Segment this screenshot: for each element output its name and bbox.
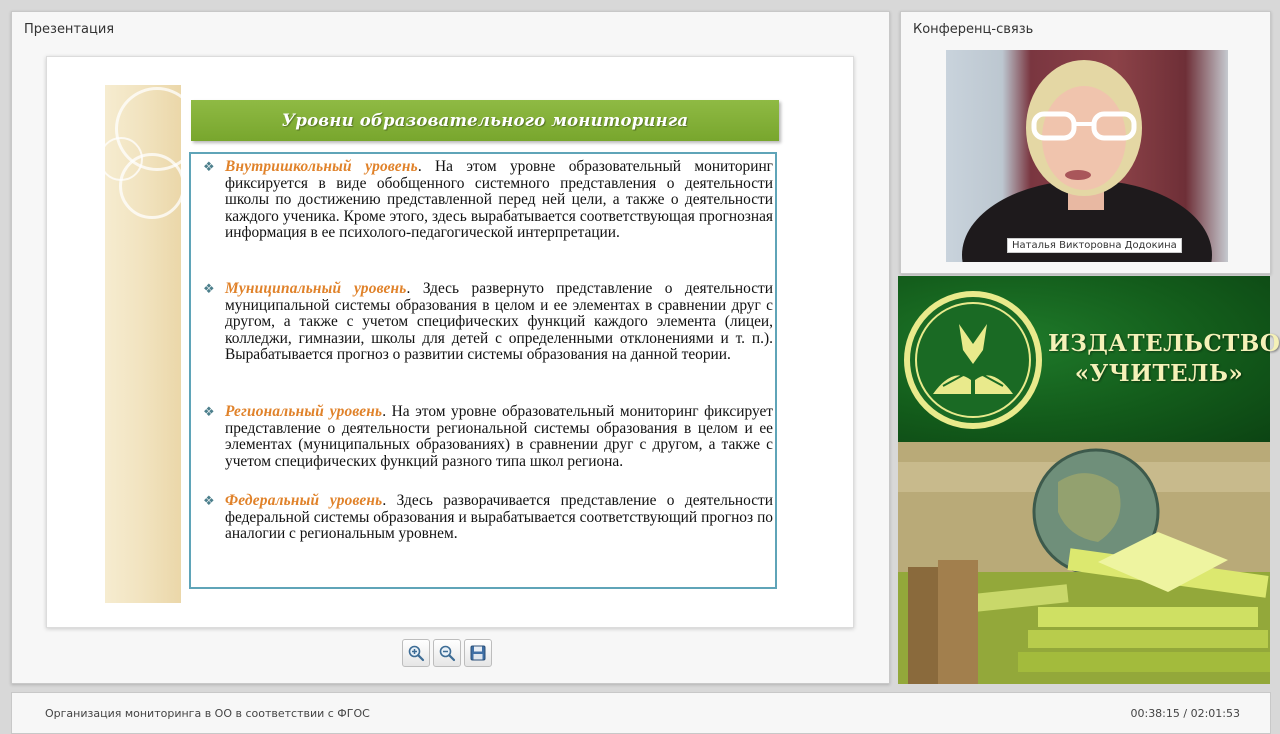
zoom-out-icon <box>439 645 456 662</box>
conference-panel: Конференц-связь Наталья Викторовна Додок… <box>900 11 1271 274</box>
publisher-name-line2: «УЧИТЕЛЬ» <box>1074 360 1244 387</box>
speaker-name-label: Наталья Викторовна Додокина <box>1007 238 1182 253</box>
slide-title-bar: Уровни образовательного мониторинга <box>191 100 779 141</box>
speaker-video: Наталья Викторовна Додокина <box>946 50 1228 262</box>
list-item-term: Внутришкольный уровень <box>225 158 418 175</box>
list-item-term: Региональный уровень <box>225 403 383 420</box>
publisher-name-line1: ИЗДАТЕЛЬСТВО <box>1048 330 1280 357</box>
diamond-bullet-icon: ❖ <box>203 281 215 296</box>
zoom-in-icon <box>408 645 425 662</box>
publisher-logo-icon <box>904 291 1042 429</box>
save-icon <box>470 645 486 661</box>
slide-title: Уровни образовательного мониторинга <box>281 111 689 130</box>
zoom-out-button[interactable] <box>433 639 461 667</box>
diamond-bullet-icon: ❖ <box>203 493 215 508</box>
speaker-figure <box>962 60 1212 262</box>
slide-decoration <box>99 85 199 603</box>
list-item: ❖ Федеральный уровень. Здесь разворачива… <box>203 492 773 543</box>
save-button[interactable] <box>464 639 492 667</box>
presentation-panel: Презентация Уровни образовательного мони… <box>11 11 890 684</box>
presentation-panel-title: Презентация <box>24 22 115 37</box>
list-item: ❖ Муниципальный уровень. Здесь развернут… <box>203 280 773 364</box>
list-item-term: Муниципальный уровень <box>225 280 407 297</box>
lecture-title: Организация мониторинга в ОО в соответст… <box>45 707 370 720</box>
conference-panel-title: Конференц-связь <box>913 22 1034 37</box>
playback-time: 00:38:15 / 02:01:53 <box>1130 707 1240 720</box>
list-item: ❖ Внутришкольный уровень. На этом уровне… <box>203 158 773 242</box>
books-globe-illustration <box>898 442 1270 684</box>
zoom-in-button[interactable] <box>402 639 430 667</box>
slide-content-box: ❖ Внутришкольный уровень. На этом уровне… <box>189 152 777 589</box>
books-globe-image <box>898 442 1270 684</box>
diamond-bullet-icon: ❖ <box>203 159 215 174</box>
publisher-banner: ИЗДАТЕЛЬСТВО «УЧИТЕЛЬ» <box>898 276 1280 442</box>
list-item-term: Федеральный уровень <box>225 492 383 509</box>
presentation-toolbar <box>402 639 492 667</box>
diamond-bullet-icon: ❖ <box>203 404 215 419</box>
presentation-slide: Уровни образовательного мониторинга ❖ Вн… <box>46 56 854 628</box>
footer-bar: Организация мониторинга в ОО в соответст… <box>11 692 1271 734</box>
list-item: ❖ Региональный уровень. На этом уровне о… <box>203 403 773 470</box>
